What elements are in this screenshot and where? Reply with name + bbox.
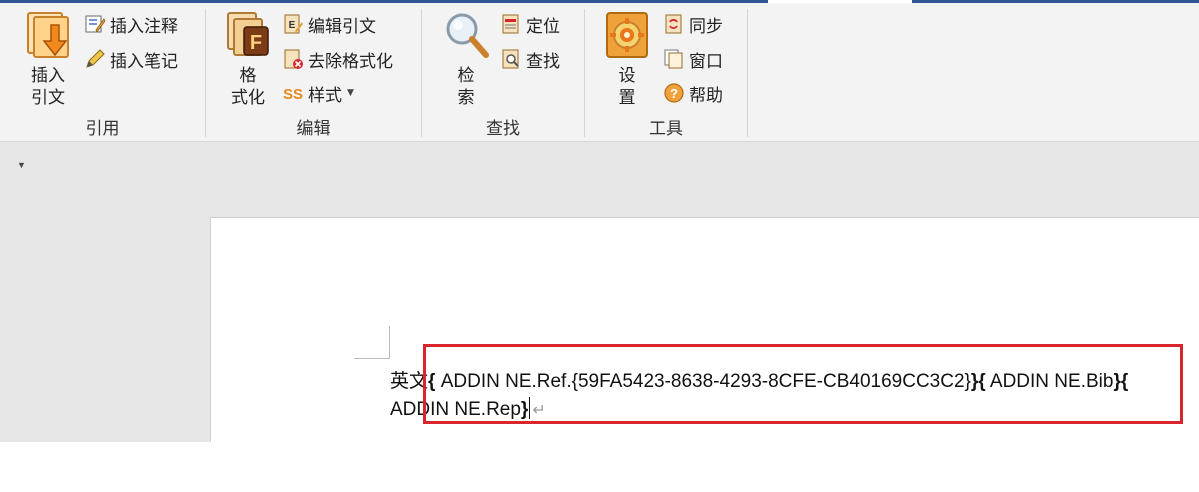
svg-text:SS: SS (283, 86, 303, 103)
format-icon: F (227, 12, 269, 56)
quick-access-dropdown-icon[interactable]: ▼ (17, 160, 26, 170)
insert-note-button[interactable]: 插入注释 (84, 11, 178, 37)
svg-text:E: E (289, 20, 296, 31)
group-citation: 插入 引文 插入注释 插入笔记 引用 (0, 3, 205, 142)
style-dropdown-button[interactable]: SS 样式 ▼ (282, 80, 354, 106)
remove-format-icon (284, 49, 303, 69)
style-icon: SS (283, 86, 303, 103)
edit-citation-label: 编辑引文 (308, 16, 376, 37)
settings-gear-icon (606, 12, 648, 58)
group-tools-label: 工具 (649, 119, 683, 139)
insert-citation-button[interactable]: 插入 引文 (20, 9, 76, 109)
search-button[interactable]: 检 索 (438, 9, 494, 109)
sync-label: 同步 (689, 16, 723, 37)
window-label: 窗口 (689, 51, 723, 72)
sync-button[interactable]: 同步 (663, 11, 723, 37)
window-icon (664, 49, 683, 69)
find-label: 查找 (526, 51, 560, 72)
insert-note-label: 插入注释 (110, 16, 178, 37)
style-label: 样式 (308, 85, 342, 106)
group-edit-label: 编辑 (296, 119, 331, 139)
format-button[interactable]: F 格 式化 (220, 9, 276, 109)
locate-label: 定位 (526, 16, 560, 37)
group-search: 检 索 定位 查找 查找 (422, 3, 584, 142)
margin-corner-mark (354, 358, 390, 359)
ribbon: 插入 引文 插入注释 插入笔记 引用 F 格 式化 E 编辑引文 去除格式化 S… (0, 3, 1199, 142)
group-separator (747, 9, 748, 137)
svg-text:?: ? (670, 86, 678, 101)
edit-citation-icon: E (284, 14, 303, 34)
edit-citation-button[interactable]: E 编辑引文 (282, 11, 376, 37)
remove-format-button[interactable]: 去除格式化 (282, 46, 393, 72)
insert-memo-button[interactable]: 插入笔记 (84, 46, 178, 72)
insert-citation-label: 插入 引文 (31, 66, 65, 108)
format-label: 格 式化 (231, 66, 265, 108)
help-label: 帮助 (689, 85, 723, 106)
group-edit: F 格 式化 E 编辑引文 去除格式化 SS 样式 ▼ 编辑 (206, 3, 421, 142)
find-icon (502, 49, 519, 69)
svg-text:F: F (250, 32, 262, 54)
help-icon: ? (664, 83, 684, 103)
field-code-highlight-box (423, 344, 1183, 424)
settings-label: 设 置 (618, 66, 636, 108)
locate-button[interactable]: 定位 (500, 11, 560, 37)
chevron-down-icon: ▼ (347, 88, 354, 98)
remove-format-label: 去除格式化 (308, 51, 393, 72)
group-tools: 设 置 同步 窗口 ? 帮助 工具 (585, 3, 747, 142)
insert-memo-label: 插入笔记 (110, 51, 178, 72)
insert-memo-icon (86, 49, 105, 68)
group-search-label: 查找 (486, 119, 520, 139)
find-button[interactable]: 查找 (500, 46, 560, 72)
margin-corner-mark (389, 326, 390, 359)
sync-icon (665, 14, 682, 34)
help-button[interactable]: ? 帮助 (663, 80, 723, 106)
insert-note-icon (85, 15, 106, 33)
group-citation-label: 引用 (85, 119, 120, 139)
settings-button[interactable]: 设 置 (599, 9, 655, 109)
window-button[interactable]: 窗口 (663, 46, 723, 72)
magnifier-icon (446, 13, 489, 58)
insert-citation-icon (27, 12, 69, 58)
search-label: 检 索 (457, 66, 475, 108)
locate-icon (502, 14, 519, 34)
